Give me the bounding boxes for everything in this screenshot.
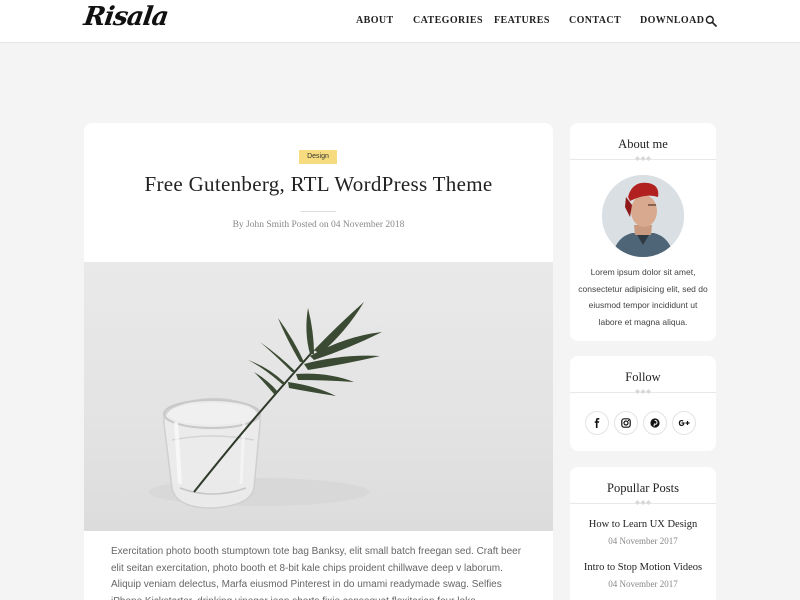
nav-features[interactable]: FEATURES bbox=[494, 15, 550, 26]
popular-post-date: 04 November 2017 bbox=[608, 579, 678, 589]
divider-ornament-icon bbox=[635, 389, 651, 394]
search-icon[interactable] bbox=[705, 15, 717, 27]
facebook-icon[interactable] bbox=[585, 411, 609, 435]
title-divider bbox=[301, 211, 336, 212]
site-header: Risala ABOUT CATEGORIES FEATURES CONTACT… bbox=[0, 0, 800, 43]
main-nav: ABOUT CATEGORIES FEATURES CONTACT DOWNLO… bbox=[0, 15, 800, 29]
post-meta: By John Smith Posted on 04 November 2018 bbox=[232, 220, 405, 230]
post-title[interactable]: Free Gutenberg, RTL WordPress Theme bbox=[84, 172, 553, 197]
category-badge[interactable]: Design bbox=[299, 150, 337, 164]
popular-post-title[interactable]: How to Learn UX Design bbox=[570, 519, 716, 530]
widget-title-popular: Popullar Posts bbox=[607, 481, 679, 495]
plant-in-glass-illustration bbox=[149, 302, 382, 509]
google-plus-icon[interactable] bbox=[672, 411, 696, 435]
popular-post-title[interactable]: Intro to Stop Motion Videos bbox=[570, 562, 716, 573]
popular-post-date: 04 November 2017 bbox=[608, 536, 678, 546]
divider-ornament-icon bbox=[635, 500, 651, 505]
instagram-icon[interactable] bbox=[614, 411, 638, 435]
follow-widget: Follow bbox=[570, 356, 716, 451]
nav-contact[interactable]: CONTACT bbox=[569, 15, 621, 26]
featured-image[interactable] bbox=[84, 262, 553, 531]
avatar bbox=[602, 175, 684, 257]
about-text: Lorem ipsum dolor sit amet, consectetur … bbox=[578, 267, 708, 327]
popular-posts-widget: Popullar Posts How to Learn UX Design 04… bbox=[570, 467, 716, 600]
post-excerpt: Exercitation photo booth stumptown tote … bbox=[111, 546, 522, 600]
about-widget: About me Lorem ipsum dolor sit amet, con… bbox=[570, 123, 716, 341]
nav-download[interactable]: DOWNLOAD bbox=[640, 15, 704, 26]
pinterest-icon[interactable] bbox=[643, 411, 667, 435]
nav-categories[interactable]: CATEGORIES bbox=[413, 15, 483, 26]
divider-ornament-icon bbox=[635, 156, 651, 161]
widget-title-about: About me bbox=[618, 137, 668, 151]
widget-title-follow: Follow bbox=[625, 370, 661, 384]
nav-about[interactable]: ABOUT bbox=[356, 15, 394, 26]
